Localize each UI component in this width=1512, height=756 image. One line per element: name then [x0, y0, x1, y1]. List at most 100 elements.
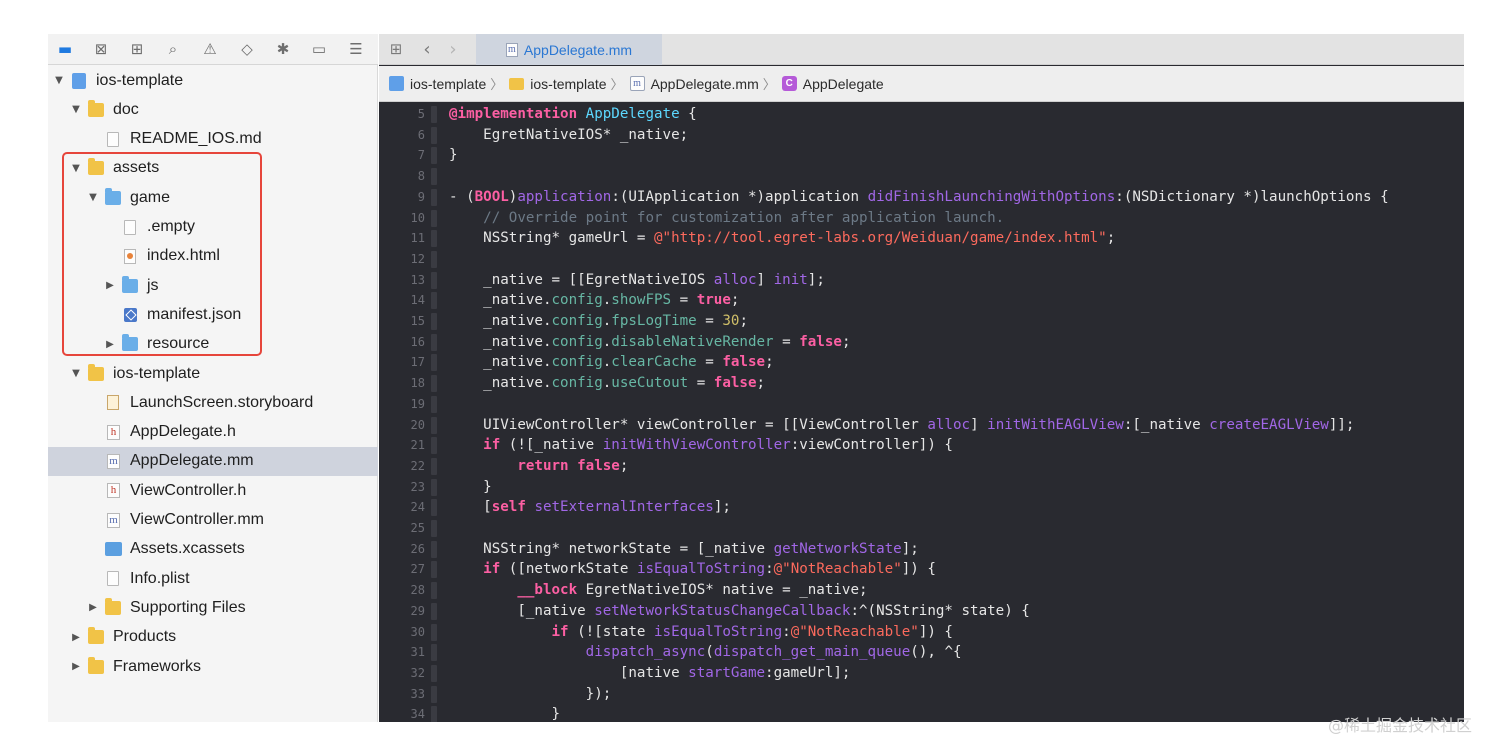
code-token: ]) {: [901, 561, 936, 578]
code-token: .: [602, 354, 612, 371]
debug-icon[interactable]: ✱: [272, 39, 294, 59]
change-bar: [431, 478, 437, 496]
code-token: ];: [901, 540, 919, 557]
tree-item[interactable]: .empty: [48, 213, 378, 242]
code-text: [_native setNetworkStatusChangeCallback:…: [449, 601, 1030, 622]
jump-bar-item[interactable]: ios-template: [389, 76, 486, 92]
tree-item[interactable]: ▶ js: [48, 271, 378, 300]
jump-bar-item[interactable]: C AppDelegate: [781, 76, 884, 92]
jump-bar-item[interactable]: m AppDelegate.mm: [629, 76, 759, 92]
disclosure-closed-icon[interactable]: ▶: [71, 632, 81, 643]
code-token: isEqualToString: [636, 561, 766, 578]
jump-bar-item[interactable]: ios-template: [509, 76, 607, 92]
disclosure-open-icon[interactable]: ▼: [71, 163, 81, 174]
code-token: didFinishLaunchingWithOptions: [867, 188, 1116, 205]
disclosure-open-icon[interactable]: ▼: [88, 192, 98, 203]
code-line: 10 // Override point for customization a…: [379, 208, 1464, 229]
disclosure-closed-icon[interactable]: ▶: [105, 280, 115, 291]
breakpoint-icon[interactable]: ▭: [308, 39, 330, 59]
tree-item-label: Supporting Files: [130, 598, 246, 616]
tree-item[interactable]: ▼ ios-template: [48, 66, 378, 95]
tree-item[interactable]: ▼ assets: [48, 154, 378, 183]
folder-icon: [88, 656, 104, 674]
tree-item[interactable]: h ViewController.h: [48, 476, 378, 505]
code-token: (![state: [568, 623, 655, 640]
asset-catalog-icon: [105, 542, 122, 557]
folder-icon: [105, 187, 121, 205]
line-number: 27: [410, 562, 425, 577]
tree-item[interactable]: manifest.json: [48, 300, 378, 329]
hierarchy-icon[interactable]: ⊞: [126, 39, 148, 59]
tree-item[interactable]: ▶ Products: [48, 623, 378, 652]
tree-item[interactable]: ▼ game: [48, 183, 378, 212]
folder-icon: [122, 334, 138, 352]
tree-item[interactable]: ▶ Frameworks: [48, 652, 378, 681]
tree-item[interactable]: m ViewController.mm: [48, 506, 378, 535]
code-token: }: [449, 147, 458, 164]
disclosure-closed-icon[interactable]: ▶: [71, 661, 81, 672]
code-token: if: [483, 437, 501, 454]
class-icon: C: [781, 76, 797, 91]
storyboard-icon: [107, 395, 119, 411]
code-token: clearCache: [611, 354, 697, 371]
code-line: 23 }: [379, 477, 1464, 498]
code-token: =: [688, 375, 714, 392]
watermark: @稀土掘金技术社区: [1328, 716, 1473, 735]
code-text: return false;: [449, 456, 628, 477]
change-bar: [431, 685, 437, 703]
disclosure-closed-icon[interactable]: ▶: [88, 602, 98, 613]
forward-arrow-icon[interactable]: ›: [445, 38, 461, 60]
code-token: }: [449, 706, 561, 722]
change-bar: [431, 147, 437, 165]
folder-icon: [88, 363, 104, 381]
folder-icon[interactable]: ▬: [54, 39, 76, 59]
tab-appdelegate-mm[interactable]: m AppDelegate.mm: [476, 34, 662, 65]
warning-icon[interactable]: ⚠: [199, 39, 221, 59]
search-icon[interactable]: ⌕: [162, 39, 184, 59]
code-text: _native.config.useCutout = false;: [449, 373, 765, 394]
tree-item-label: AppDelegate.h: [130, 423, 236, 441]
test-icon[interactable]: ◇: [236, 39, 258, 59]
code-token: isEqualToString: [654, 623, 783, 640]
tree-item-label: doc: [113, 100, 139, 118]
source-control-icon[interactable]: ⊠: [90, 39, 112, 59]
code-token: ;: [1106, 230, 1116, 247]
tree-item[interactable]: m AppDelegate.mm: [48, 446, 378, 476]
disclosure-open-icon[interactable]: ▼: [71, 368, 81, 379]
tree-item[interactable]: ▶ Supporting Files: [48, 593, 378, 622]
grid-icon[interactable]: ⊞: [386, 38, 406, 60]
code-token: ]: [756, 271, 774, 288]
line-number: 11: [410, 231, 425, 246]
report-icon[interactable]: ☰: [345, 39, 367, 59]
tree-item[interactable]: LaunchScreen.storyboard: [48, 388, 378, 417]
code-token: useCutout: [611, 375, 689, 392]
disclosure-open-icon[interactable]: ▼: [54, 75, 64, 86]
tree-item[interactable]: index.html: [48, 242, 378, 271]
code-token: if: [483, 561, 501, 578]
code-line: 21 if (![_native initWithViewController:…: [379, 435, 1464, 456]
tree-item[interactable]: Assets.xcassets: [48, 535, 378, 564]
code-token: config: [551, 354, 603, 371]
code-area[interactable]: 5 @implementation AppDelegate {6 EgretNat…: [379, 103, 1464, 722]
change-bar: [431, 520, 437, 537]
code-token: alloc: [713, 271, 757, 288]
tree-item[interactable]: h AppDelegate.h: [48, 418, 378, 447]
back-arrow-icon[interactable]: ‹: [419, 38, 435, 60]
code-token: startGame: [688, 664, 766, 681]
tree-item[interactable]: README_IOS.md: [48, 125, 378, 154]
tree-item[interactable]: ▼ ios-template: [48, 359, 378, 388]
line-number: 23: [410, 479, 425, 494]
line-number: 24: [410, 500, 425, 515]
disclosure-closed-icon[interactable]: ▶: [105, 339, 115, 350]
line-number: 20: [410, 417, 425, 432]
disclosure-open-icon[interactable]: ▼: [71, 104, 81, 115]
code-token: :: [765, 561, 774, 578]
code-text: - (BOOL)application:(UIApplication *)app…: [449, 187, 1389, 208]
code-line: 16 _native.config.disableNativeRender = …: [379, 332, 1464, 353]
code-token: // Override point for customization afte…: [449, 209, 1005, 226]
tree-item[interactable]: ▼ doc: [48, 95, 378, 124]
tree-item[interactable]: ▶ resource: [48, 330, 378, 359]
tree-item-label: LaunchScreen.storyboard: [130, 393, 314, 411]
tree-item[interactable]: Info.plist: [48, 564, 378, 593]
code-line: 6 EgretNativeIOS* _native;: [379, 125, 1464, 146]
